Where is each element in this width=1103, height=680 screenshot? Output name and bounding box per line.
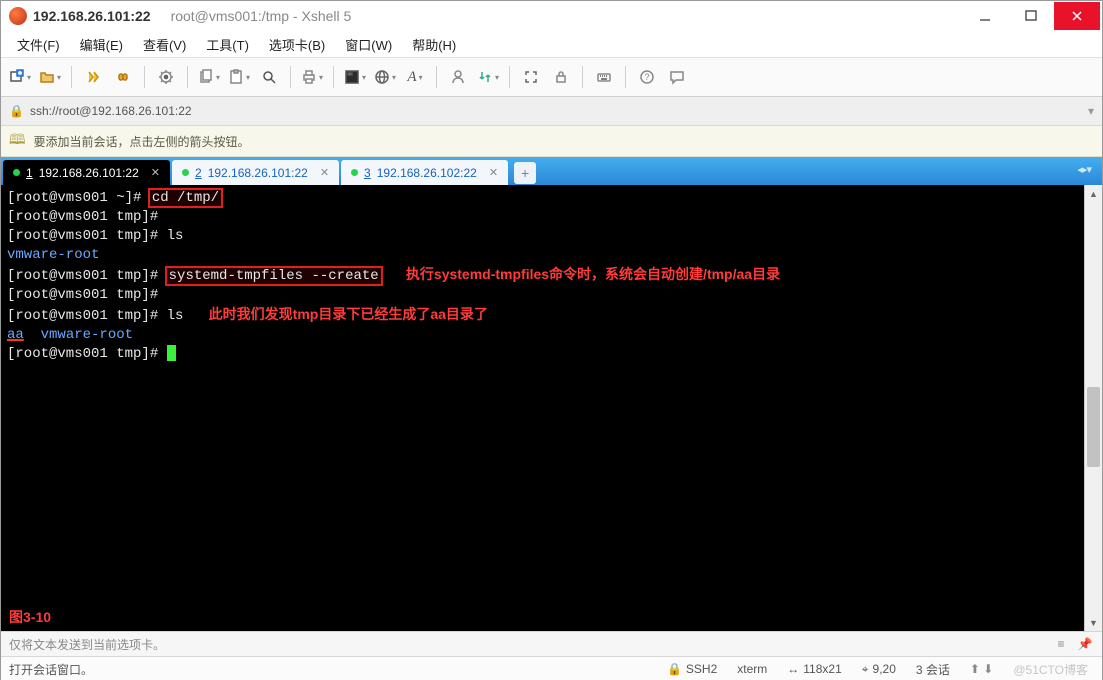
open-button[interactable] (37, 64, 63, 90)
reconnect-button[interactable] (80, 64, 106, 90)
xagent-button[interactable] (445, 64, 471, 90)
title-connection: 192.168.26.101:22 (33, 8, 151, 24)
print-button[interactable] (299, 64, 325, 90)
menu-view[interactable]: 查看(V) (133, 33, 196, 56)
tab-session-1[interactable]: 1 192.168.26.101:22 ✕ (3, 160, 170, 185)
font-button[interactable]: A (402, 64, 428, 90)
status-proto: 🔒SSH2 (661, 662, 723, 676)
annotation-1: 执行systemd-tmpfiles命令时，系统会自动创建/tmp/aa目录 (406, 266, 780, 282)
lock-icon: 🔒 (9, 104, 24, 118)
tab-number: 2 (195, 166, 202, 180)
copy-button[interactable] (196, 64, 222, 90)
broadcast-bar: 仅将文本发送到当前选项卡。 ≡ 📌 (1, 631, 1102, 656)
title-path: root@vms001:/tmp - Xshell 5 (171, 8, 352, 24)
help-button[interactable]: ? (634, 64, 660, 90)
broadcast-text: 仅将文本发送到当前选项卡。 (9, 636, 1046, 653)
address-text[interactable]: ssh://root@192.168.26.101:22 (30, 104, 1082, 118)
disconnect-button[interactable] (110, 64, 136, 90)
keymap-button[interactable] (591, 64, 617, 90)
status-dot-icon (13, 169, 20, 176)
lock-icon: 🔒 (667, 662, 682, 676)
tab-label: 192.168.26.102:22 (377, 166, 477, 180)
minimize-button[interactable] (962, 2, 1008, 30)
tab-number: 3 (364, 166, 371, 180)
menu-tabs[interactable]: 选项卡(B) (259, 33, 335, 56)
status-dot-icon (182, 169, 189, 176)
encoding-button[interactable] (372, 64, 398, 90)
properties-button[interactable] (153, 64, 179, 90)
status-bar: 打开会话窗口。 🔒SSH2 xterm ↔118x21 ⌖9,20 3 会话 ⬆… (1, 656, 1102, 680)
color-scheme-button[interactable] (342, 64, 368, 90)
info-message: 要添加当前会话，点击左侧的箭头按钮。 (34, 133, 250, 150)
address-bar: 🔒 ssh://root@192.168.26.101:22 ▾ (1, 97, 1102, 126)
vertical-scrollbar[interactable]: ▲ ▼ (1084, 185, 1102, 631)
add-tab-button[interactable]: + (514, 162, 536, 184)
tab-close-icon[interactable]: ✕ (320, 166, 329, 179)
status-message: 打开会话窗口。 (9, 661, 653, 678)
status-nav-icon[interactable]: ⬆ ⬇ (964, 662, 999, 676)
find-button[interactable] (256, 64, 282, 90)
terminal-cursor (167, 345, 176, 361)
fullscreen-button[interactable] (518, 64, 544, 90)
bookmark-icon[interactable]: 🕮 (9, 129, 26, 153)
scroll-track[interactable] (1085, 202, 1102, 614)
tab-nav-icon[interactable]: ◂ ▸ ▾ (1077, 163, 1090, 176)
highlight-cd: cd /tmp/ (150, 190, 221, 206)
status-dot-icon (351, 169, 358, 176)
svg-text:?: ? (644, 72, 649, 82)
scroll-thumb[interactable] (1087, 387, 1100, 467)
cursor-pos-icon: ⌖ (862, 662, 869, 677)
status-cursor: ⌖9,20 (856, 662, 902, 677)
annotation-2: 此时我们发现tmp目录下已经生成了aa目录了 (209, 306, 488, 322)
new-session-button[interactable] (7, 64, 33, 90)
terminal[interactable]: [root@vms001 ~]# cd /tmp/ [root@vms001 t… (1, 185, 1084, 631)
menu-file[interactable]: 文件(F) (7, 33, 70, 56)
status-sessions: 3 会话 (910, 661, 956, 678)
resize-icon: ↔ (787, 662, 799, 676)
tab-close-icon[interactable]: ✕ (489, 166, 498, 179)
broadcast-menu-icon[interactable]: ≡ (1052, 635, 1070, 653)
menu-window[interactable]: 窗口(W) (335, 33, 402, 56)
menu-help[interactable]: 帮助(H) (402, 33, 466, 56)
title-bar: 192.168.26.101:22 root@vms001:/tmp - Xsh… (1, 1, 1102, 31)
menu-edit[interactable]: 编辑(E) (70, 33, 133, 56)
maximize-button[interactable] (1008, 2, 1054, 30)
highlight-create: systemd-tmpfiles --create (167, 268, 381, 284)
paste-button[interactable] (226, 64, 252, 90)
lock-button[interactable] (548, 64, 574, 90)
status-size: ↔118x21 (781, 662, 847, 676)
app-icon (9, 7, 27, 25)
tab-number: 1 (26, 166, 33, 180)
toolbar: A ? (1, 58, 1102, 97)
broadcast-pin-icon[interactable]: 📌 (1076, 635, 1094, 653)
watermark: @51CTO博客 (1007, 661, 1094, 678)
menu-bar: 文件(F) 编辑(E) 查看(V) 工具(T) 选项卡(B) 窗口(W) 帮助(… (1, 31, 1102, 58)
scroll-up-icon[interactable]: ▲ (1085, 185, 1102, 202)
session-tabs: 1 192.168.26.101:22 ✕ 2 192.168.26.101:2… (1, 157, 1102, 185)
scroll-down-icon[interactable]: ▼ (1085, 614, 1102, 631)
tab-label: 192.168.26.101:22 (208, 166, 308, 180)
tab-session-2[interactable]: 2 192.168.26.101:22 ✕ (172, 160, 339, 185)
chat-button[interactable] (664, 64, 690, 90)
figure-label: 图3-10 (9, 608, 51, 627)
info-bar: 🕮 要添加当前会话，点击左侧的箭头按钮。 (1, 126, 1102, 157)
transfer-button[interactable] (475, 64, 501, 90)
tab-session-3[interactable]: 3 192.168.26.102:22 ✕ (341, 160, 508, 185)
tab-close-icon[interactable]: ✕ (151, 166, 160, 179)
menu-tools[interactable]: 工具(T) (196, 33, 259, 56)
tab-label: 192.168.26.101:22 (39, 166, 139, 180)
close-button[interactable] (1054, 2, 1100, 30)
address-dropdown-icon[interactable]: ▾ (1088, 104, 1094, 118)
status-termtype: xterm (731, 662, 773, 676)
